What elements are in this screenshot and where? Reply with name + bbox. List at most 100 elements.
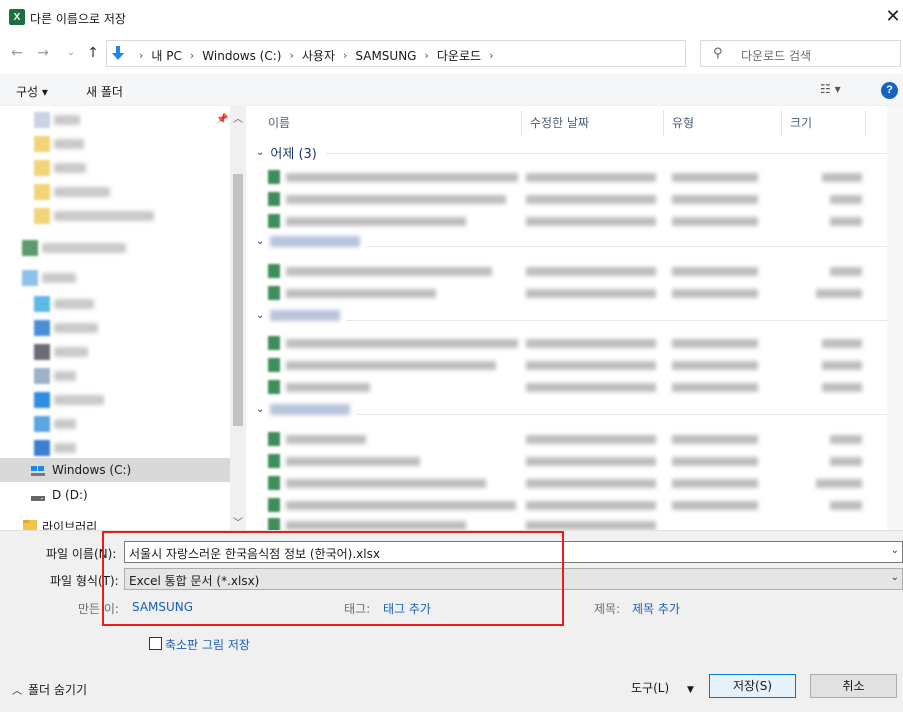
title-label: 제목:: [594, 602, 621, 616]
chevron-down-icon[interactable]: ⌄: [891, 572, 899, 583]
column-header-name[interactable]: 이름: [260, 110, 522, 136]
nav-item[interactable]: [0, 436, 230, 460]
thumbnail-label[interactable]: 축소판 그림 저장: [165, 636, 250, 653]
chevron-down-icon[interactable]: ⌄: [891, 545, 899, 556]
group-header-yesterday[interactable]: ⌄ 어제 (3): [256, 143, 317, 162]
blurred-group-label: [270, 236, 361, 247]
file-row[interactable]: [268, 452, 868, 472]
nav-item-drive-d[interactable]: D (D:): [0, 483, 230, 507]
search-input[interactable]: ⚲ 다운로드 검색: [700, 40, 901, 67]
nav-item[interactable]: 📌: [0, 108, 230, 132]
blurred-text: [526, 339, 656, 348]
thumbnail-checkbox[interactable]: [149, 637, 162, 650]
nav-item[interactable]: [0, 292, 230, 316]
nav-item-libraries[interactable]: 라이브러리: [0, 513, 230, 530]
file-row[interactable]: [268, 168, 868, 188]
nav-item-windows-c[interactable]: Windows (C:): [0, 458, 230, 482]
hide-folders-toggle[interactable]: ︿ 폴더 숨기기: [12, 681, 87, 698]
back-arrow-icon[interactable]: ←: [8, 44, 26, 62]
group-header[interactable]: ⌄: [256, 310, 341, 321]
tools-menu[interactable]: 도구(L) ▼: [631, 679, 694, 696]
nav-item[interactable]: [0, 412, 230, 436]
nav-item[interactable]: [0, 156, 230, 180]
nav-scroll-thumb[interactable]: [233, 174, 243, 426]
nav-item[interactable]: [0, 388, 230, 412]
blurred-text: [526, 457, 656, 466]
forward-arrow-icon[interactable]: →: [34, 44, 52, 62]
nav-item[interactable]: [0, 180, 230, 204]
crumb-users[interactable]: 사용자: [302, 47, 335, 64]
excel-file-icon: [268, 380, 280, 394]
crumb-this-pc[interactable]: 내 PC: [151, 47, 181, 64]
title-bar: X 다른 이름으로 저장 ✕: [0, 0, 903, 36]
nav-item[interactable]: [0, 266, 230, 290]
chevron-right-icon[interactable]: ›: [190, 49, 194, 62]
blurred-text: [816, 479, 862, 488]
file-row[interactable]: [268, 496, 868, 516]
pin-icon[interactable]: 📌: [216, 114, 228, 125]
divider: [326, 153, 888, 154]
folder-icon: [34, 160, 50, 176]
close-button[interactable]: ✕: [883, 6, 903, 28]
divider: [366, 246, 888, 247]
blurred-text: [672, 195, 758, 204]
file-row[interactable]: [268, 212, 868, 232]
blurred-label: [42, 273, 76, 283]
organize-menu[interactable]: 구성 ▾: [16, 83, 48, 100]
group-header[interactable]: ⌄: [256, 404, 351, 415]
chevron-right-icon: ›: [139, 49, 144, 62]
recent-dropdown-icon[interactable]: ⌄: [62, 44, 80, 62]
nav-item[interactable]: [0, 236, 230, 260]
file-row[interactable]: [268, 430, 868, 450]
address-bar[interactable]: › 내 PC › Windows (C:) › 사용자 › SAMSUNG › …: [106, 40, 780, 67]
cancel-button[interactable]: 취소: [810, 674, 897, 698]
file-row[interactable]: [268, 262, 868, 282]
file-row[interactable]: [268, 474, 868, 494]
tools-label: 도구(L): [631, 681, 670, 695]
file-row[interactable]: [268, 378, 868, 398]
group-header[interactable]: ⌄: [256, 236, 361, 247]
save-button[interactable]: 저장(S): [709, 674, 796, 698]
excel-file-icon: [268, 432, 280, 446]
scroll-up-icon[interactable]: ︿: [233, 110, 243, 125]
divider: [346, 320, 888, 321]
nav-scrollbar[interactable]: ︿ ﹀: [230, 106, 246, 530]
column-header-size[interactable]: 크기: [782, 110, 866, 136]
search-placeholder: 다운로드 검색: [741, 49, 812, 63]
nav-item[interactable]: [0, 316, 230, 340]
crumb-downloads[interactable]: 다운로드: [437, 47, 481, 64]
blurred-text: [830, 435, 862, 444]
view-options-icon[interactable]: ☷ ▾: [820, 82, 841, 96]
file-row[interactable]: [268, 284, 868, 304]
blurred-text: [672, 383, 758, 392]
chevron-down-icon: ⌄: [256, 147, 265, 158]
nav-item[interactable]: [0, 132, 230, 156]
chevron-right-icon[interactable]: ›: [343, 49, 347, 62]
file-row[interactable]: [268, 356, 868, 376]
crumb-samsung[interactable]: SAMSUNG: [355, 49, 416, 63]
help-icon[interactable]: ?: [881, 82, 898, 99]
navigation-pane: 📌 Windows (C:) D (D:) 라이브러리 ︿ ﹀: [0, 106, 246, 530]
command-bar: 구성 ▾ 새 폴더 ☷ ▾ ?: [0, 74, 903, 106]
chevron-right-icon[interactable]: ›: [489, 49, 493, 62]
chevron-right-icon[interactable]: ›: [289, 49, 293, 62]
up-arrow-icon[interactable]: ↑: [84, 44, 102, 62]
nav-item[interactable]: [0, 204, 230, 228]
blurred-text: [672, 457, 758, 466]
chevron-right-icon[interactable]: ›: [424, 49, 428, 62]
file-row[interactable]: [268, 516, 868, 530]
column-header-modified[interactable]: 수정한 날짜: [522, 110, 664, 136]
file-row[interactable]: [268, 334, 868, 354]
pc-icon: [22, 270, 38, 286]
highlight-annotation-box: [102, 531, 564, 626]
file-list-scrollbar[interactable]: [887, 106, 903, 530]
column-header-type[interactable]: 유형: [664, 110, 782, 136]
nav-item[interactable]: [0, 364, 230, 388]
title-value[interactable]: 제목 추가: [632, 600, 680, 617]
crumb-windows-c[interactable]: Windows (C:): [202, 49, 281, 63]
scroll-down-icon[interactable]: ﹀: [233, 514, 243, 529]
file-row[interactable]: [268, 190, 868, 210]
nav-item[interactable]: [0, 340, 230, 364]
excel-file-icon: [268, 286, 280, 300]
new-folder-button[interactable]: 새 폴더: [86, 83, 123, 100]
